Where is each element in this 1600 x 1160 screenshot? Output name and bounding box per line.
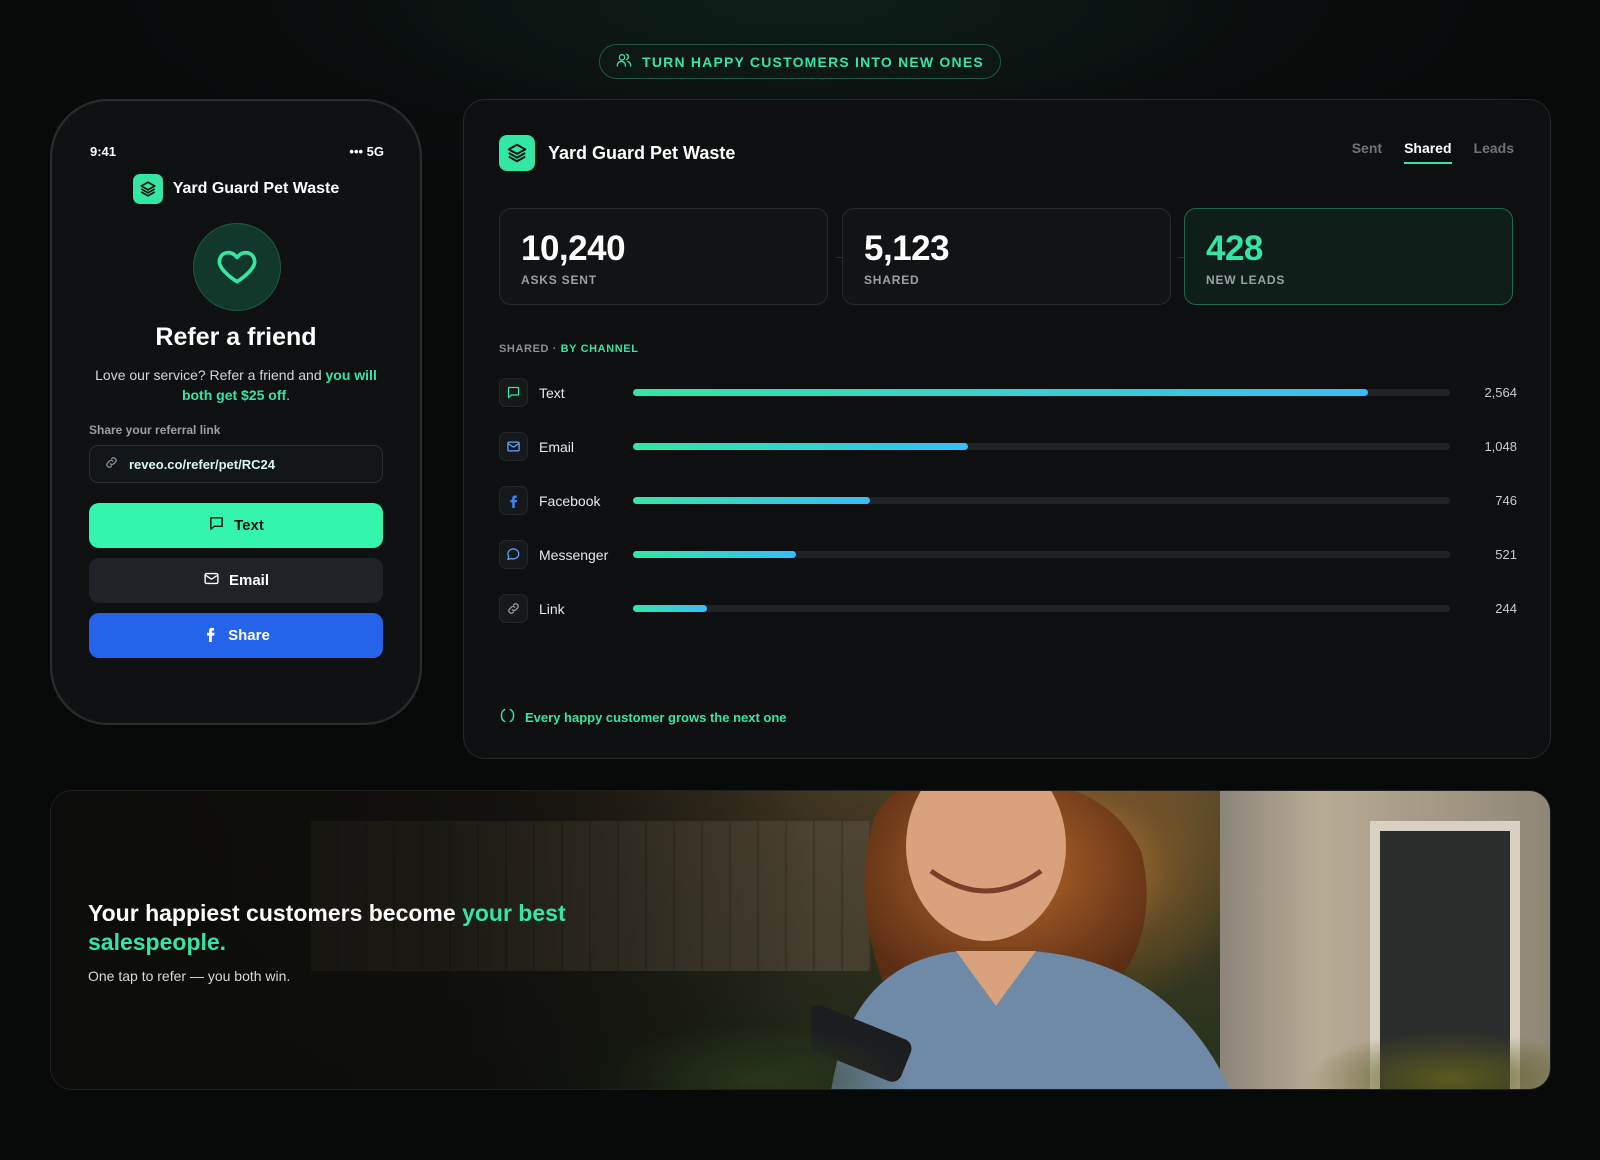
text-button[interactable]: Text: [89, 503, 383, 548]
tab-leads[interactable]: Leads: [1474, 140, 1514, 164]
phone-brand-name: Yard Guard Pet Waste: [172, 180, 340, 197]
hero-headline-text: Your happiest customers become: [88, 900, 463, 926]
top-pill-label: TURN HAPPY CUSTOMERS INTO NEW ONES: [642, 53, 984, 70]
channel-value: 746: [1495, 493, 1517, 508]
stat-label: SHARED: [864, 273, 920, 287]
footer-note-text: Every happy customer grows the next one: [525, 709, 787, 725]
channel-bar-fill: [633, 497, 870, 504]
channel-name: Messenger: [539, 547, 609, 563]
facebook-icon: [202, 625, 219, 646]
email-button-label: Email: [228, 572, 270, 589]
link-icon: [499, 594, 528, 623]
channel-bar-fill: [633, 605, 707, 612]
channel-name: Facebook: [539, 493, 601, 509]
facebook-icon: [499, 486, 528, 515]
share-button-label: Share: [228, 627, 270, 644]
dashboard-tabs: Sent Shared Leads: [1352, 140, 1514, 164]
mail-icon: [203, 570, 220, 591]
stat-label: ASKS SENT: [521, 273, 597, 287]
phone-brand: Yard Guard Pet Waste: [52, 174, 420, 204]
status-time: 9:41: [90, 144, 117, 159]
referral-link-field[interactable]: reveo.co/refer/pet/RC24: [89, 445, 383, 483]
stat-value: 5,123: [864, 229, 950, 268]
refer-desc-end: .: [286, 387, 291, 403]
phone-mockup: 9:41 ••• 5G Yard Guard Pet Waste Refer a…: [50, 99, 422, 725]
message-circle-icon: [499, 540, 528, 569]
channel-bar-track: [633, 443, 1450, 450]
share-link-label: Share your referral link: [89, 423, 221, 437]
refer-desc-text: Love our service? Refer a friend and: [95, 367, 326, 383]
channel-row-email: Email 1,048: [499, 432, 1517, 462]
stat-label: NEW LEADS: [1206, 273, 1286, 287]
stat-value: 10,240: [521, 229, 626, 268]
referral-dashboard: Yard Guard Pet Waste Sent Shared Leads 1…: [463, 99, 1551, 759]
hero-subline: One tap to refer — you both win.: [88, 968, 291, 984]
layers-logo-icon: [499, 135, 535, 171]
refer-title: Refer a friend: [155, 323, 317, 351]
tab-sent[interactable]: Sent: [1352, 140, 1382, 164]
channel-bar-fill: [633, 443, 968, 450]
refer-description: Love our service? Refer a friend and you…: [88, 365, 384, 405]
channel-value: 2,564: [1484, 385, 1517, 400]
top-pill-badge: TURN HAPPY CUSTOMERS INTO NEW ONES: [599, 44, 1001, 79]
channel-section-title: SHARED · BY CHANNEL: [499, 343, 639, 355]
channel-bar-fill: [633, 389, 1369, 396]
email-button[interactable]: Email: [89, 558, 383, 603]
stat-card-shared: 5,123 SHARED: [842, 208, 1171, 305]
channel-value: 521: [1495, 547, 1517, 562]
channel-bar-fill: [633, 551, 797, 558]
users-icon: [616, 52, 632, 71]
stat-card-new-leads: 428 NEW LEADS: [1184, 208, 1513, 305]
channel-bar-track: [633, 389, 1450, 396]
channel-row-messenger: Messenger 521: [499, 540, 1517, 570]
message-square-icon: [208, 515, 225, 536]
stat-value: 428: [1206, 229, 1263, 268]
tab-shared[interactable]: Shared: [1404, 140, 1452, 164]
channel-row-link: Link 244: [499, 594, 1517, 624]
heart-icon: [193, 223, 281, 311]
link-icon: [104, 455, 119, 473]
section-highlight: BY CHANNEL: [560, 343, 639, 355]
referral-link-value: reveo.co/refer/pet/RC24: [129, 456, 275, 472]
channel-name: Link: [539, 601, 565, 617]
message-square-icon: [499, 378, 528, 407]
hero-banner: Your happiest customers become your best…: [50, 790, 1551, 1090]
mail-icon: [499, 432, 528, 461]
channel-value: 1,048: [1484, 439, 1517, 454]
channel-row-facebook: Facebook 746: [499, 486, 1517, 516]
dashboard-brand: Yard Guard Pet Waste: [499, 135, 735, 171]
channel-name: Text: [539, 385, 565, 401]
status-signal: ••• 5G: [349, 144, 384, 159]
refresh-cycle-icon: [499, 707, 516, 727]
channel-row-text: Text 2,564: [499, 378, 1517, 408]
layers-logo-icon: [132, 174, 163, 204]
stat-card-asks-sent: 10,240 ASKS SENT: [499, 208, 828, 305]
channel-bar-track: [633, 551, 1450, 558]
channel-name: Email: [539, 439, 575, 455]
channel-bar-track: [633, 605, 1450, 612]
dashboard-brand-name: Yard Guard Pet Waste: [548, 142, 736, 163]
text-button-label: Text: [234, 517, 264, 534]
dashboard-footer-note: Every happy customer grows the next one: [499, 707, 787, 727]
channel-value: 244: [1495, 601, 1517, 616]
facebook-share-button[interactable]: Share: [89, 613, 383, 658]
section-prefix: SHARED ·: [499, 343, 561, 355]
hero-headline: Your happiest customers become your best…: [88, 899, 608, 957]
channel-bar-track: [633, 497, 1450, 504]
